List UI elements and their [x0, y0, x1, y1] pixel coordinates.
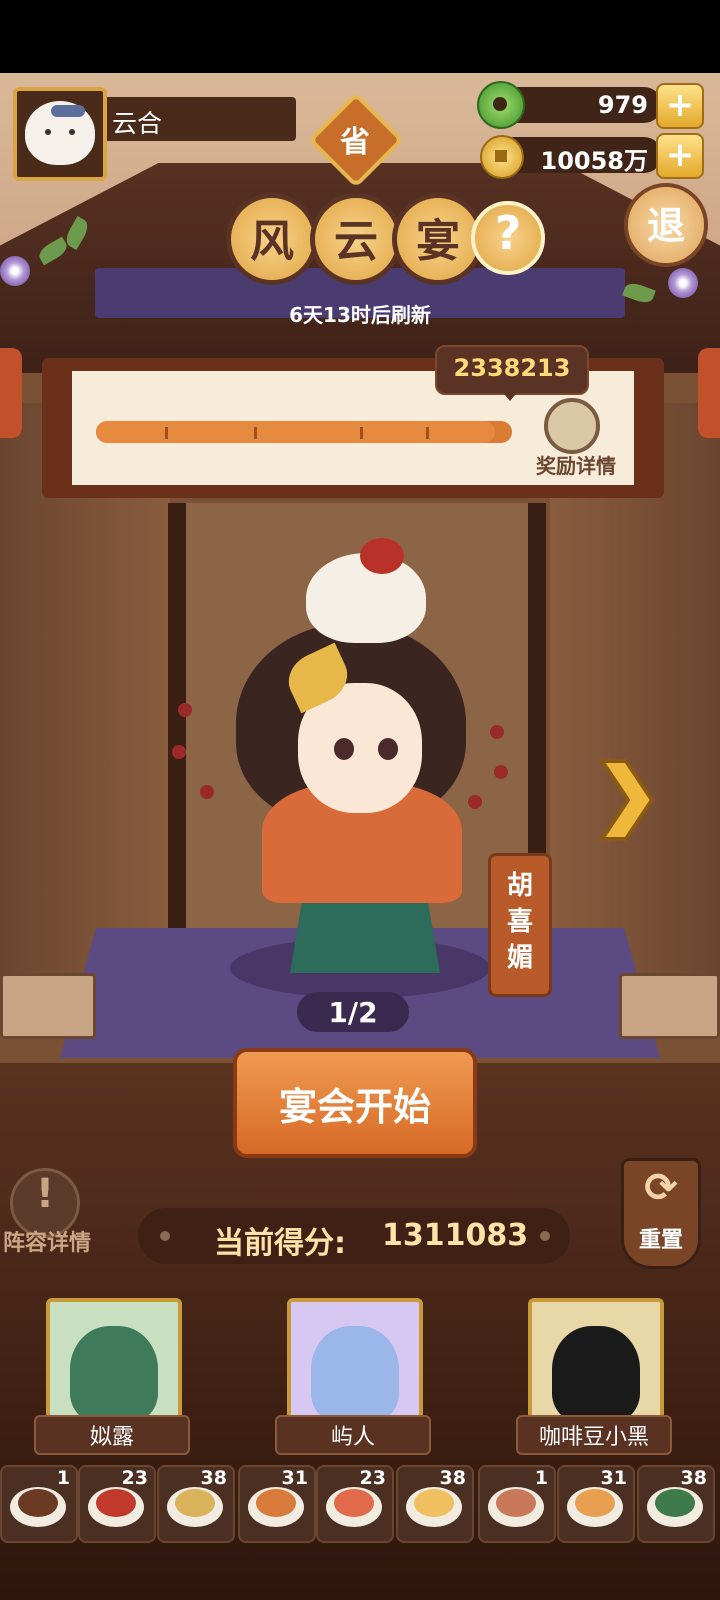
score-progress-fill — [96, 421, 496, 443]
flower-decoration — [668, 268, 698, 298]
add-gold-button[interactable]: + — [656, 133, 704, 179]
hero-portrait — [70, 1326, 158, 1422]
score-progress-bar — [96, 421, 512, 443]
jade-coin-icon — [477, 81, 525, 129]
current-score-label: 当前得分: — [214, 1226, 346, 1261]
character-name: 胡喜媚 — [506, 871, 533, 973]
character-page-indicator: 1/2 — [328, 996, 378, 1029]
dish-food-icon — [334, 1489, 374, 1517]
progress-milestone — [360, 427, 363, 439]
title-char-2: 云 — [334, 216, 378, 267]
hero-card[interactable] — [46, 1298, 182, 1434]
hero-portrait — [311, 1326, 399, 1422]
dish-food-icon — [18, 1489, 58, 1517]
exit-label: 退 — [646, 204, 685, 248]
next-character-arrow-icon[interactable] — [596, 755, 656, 845]
dish-count: 23 — [121, 1467, 148, 1489]
dish-food-icon — [414, 1489, 454, 1517]
player-avatar[interactable] — [13, 87, 107, 181]
lineup-details-label[interactable]: 阵容详情 — [0, 1225, 102, 1257]
exclamation-icon: ! — [35, 1171, 55, 1217]
dish-count: 38 — [439, 1467, 466, 1489]
dish-food-icon — [96, 1489, 136, 1517]
current-score-value: 1311083 — [382, 1218, 529, 1253]
dish-count: 38 — [680, 1467, 707, 1489]
hero-card[interactable] — [528, 1298, 664, 1434]
lantern-left — [0, 348, 22, 438]
hero-card[interactable] — [287, 1298, 423, 1434]
dish-count: 23 — [359, 1467, 386, 1489]
start-banquet-label: 宴会开始 — [278, 1085, 431, 1129]
hero-name: 姒露 — [89, 1425, 134, 1450]
dish-food-icon — [496, 1489, 536, 1517]
dish-food-icon — [175, 1489, 215, 1517]
dish-food-icon — [256, 1489, 296, 1517]
banquet-hall-scene: 云合 省 979 + 10058万 + 退 风 云 宴 ? 6天13时后刷新 2… — [0, 73, 720, 1600]
dish-count: 31 — [281, 1467, 308, 1489]
game-screen: 云合 省 979 + 10058万 + 退 风 云 宴 ? 6天13时后刷新 2… — [0, 0, 720, 1600]
dish-count: 1 — [534, 1467, 548, 1489]
progress-milestone — [254, 427, 257, 439]
dish-count: 1 — [56, 1467, 70, 1489]
flower-decoration — [0, 256, 30, 286]
province-badge-label: 省 — [340, 125, 370, 160]
player-name: 云合 — [112, 109, 163, 138]
progress-milestone — [165, 427, 168, 439]
hero-name: 屿人 — [330, 1425, 375, 1450]
refresh-icon: ⟳ — [644, 1165, 678, 1211]
reward-details-link[interactable]: 奖励详情 — [528, 450, 624, 479]
magnifier-gift-icon[interactable] — [544, 398, 600, 454]
add-jade-button[interactable]: + — [656, 83, 704, 129]
dish-count: 31 — [600, 1467, 627, 1489]
hero-portrait — [552, 1326, 640, 1422]
gold-coin-icon — [480, 135, 524, 179]
dish-food-icon — [655, 1489, 695, 1517]
title-char-1: 风 — [250, 216, 294, 267]
reset-label: 重置 — [638, 1228, 683, 1253]
hero-name: 咖啡豆小黑 — [538, 1425, 649, 1450]
question-mark-icon: ? — [494, 206, 522, 260]
dish-count: 38 — [200, 1467, 227, 1489]
chicken-comb — [360, 538, 404, 574]
target-score-value: 2338213 — [453, 354, 571, 382]
bench-left — [0, 973, 96, 1039]
progress-milestone — [426, 427, 429, 439]
bench-right — [619, 973, 720, 1039]
cat-avatar-icon — [25, 101, 95, 165]
refresh-timer: 6天13时后刷新 — [289, 303, 431, 327]
lantern-right — [698, 348, 720, 438]
dish-food-icon — [575, 1489, 615, 1517]
